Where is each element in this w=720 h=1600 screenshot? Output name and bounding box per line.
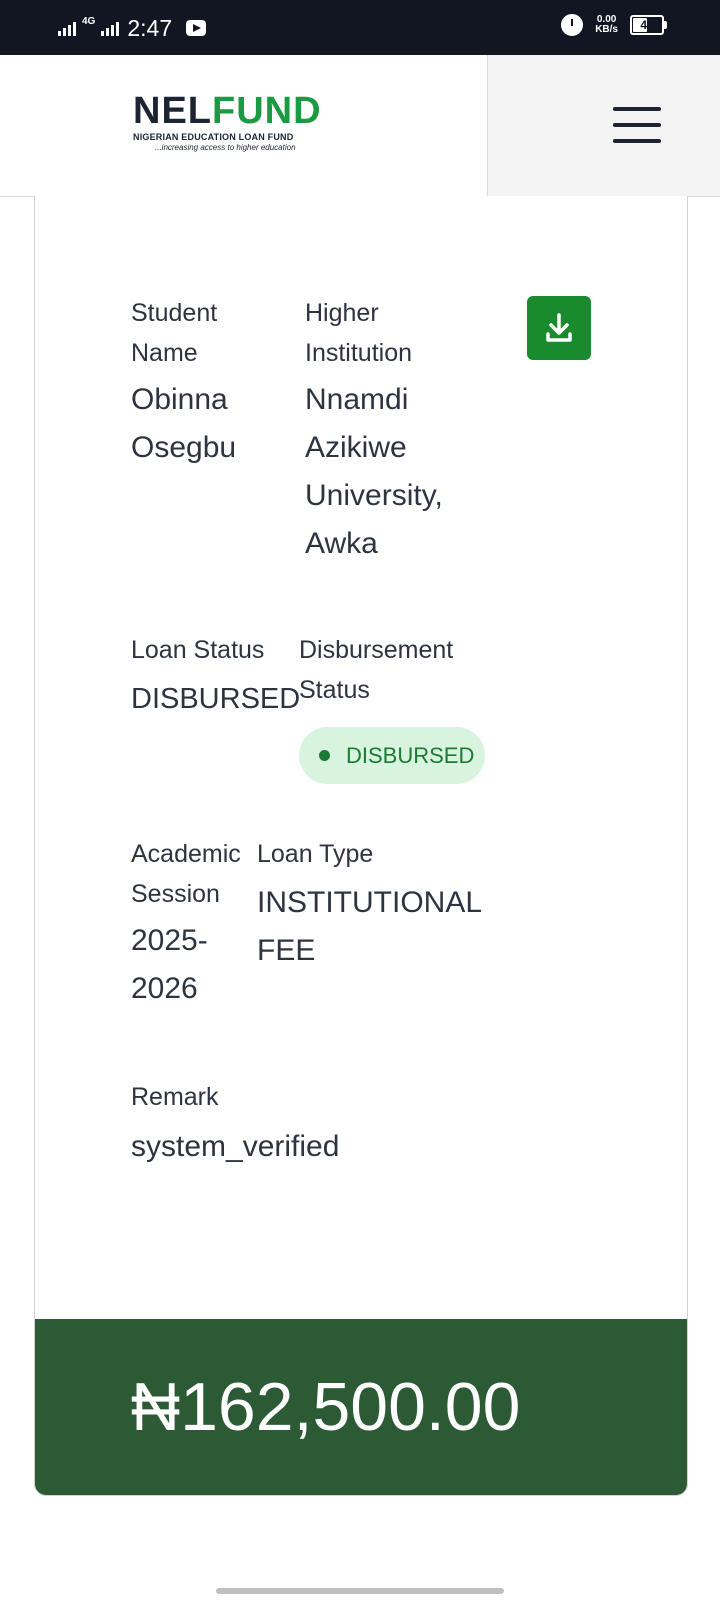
network-speed: 0.00 KB/s — [595, 15, 618, 35]
academic-session-value: 2025-2026 — [131, 924, 208, 1005]
student-name-label: Student Name — [131, 299, 218, 367]
academic-session-label: Academic Session — [131, 840, 241, 908]
remark-value: system_verified — [131, 1130, 340, 1163]
logo-subtitle: NIGERIAN EDUCATION LOAN FUND — [133, 132, 294, 142]
speed-unit: KB/s — [595, 24, 618, 35]
loan-status-label: Loan Status — [131, 636, 265, 664]
battery-icon: 47 — [630, 15, 667, 35]
hamburger-line — [613, 123, 661, 127]
signal-icon — [58, 20, 76, 36]
logo-wordmark: NELFUND — [133, 92, 333, 130]
remark-label: Remark — [131, 1083, 219, 1111]
disbursement-status-label: Disbursement Status — [299, 636, 454, 704]
loan-details-card: Student Name Obinna Osegbu Higher Instit… — [34, 196, 688, 1496]
hamburger-menu-icon — [613, 107, 661, 111]
app-header: NELFUND NIGERIAN EDUCATION LOAN FUND ...… — [0, 55, 720, 197]
institution-value: Nnamdi Azikiwe University, Awka — [305, 383, 443, 560]
status-bar: 4G 2:47 0.00 KB/s 47 — [0, 0, 720, 55]
hamburger-menu-button[interactable] — [487, 55, 720, 196]
download-icon — [546, 313, 572, 342]
battery-level: 47 — [640, 18, 654, 32]
loan-amount-bar: ₦162,500.00 — [35, 1319, 687, 1495]
loan-type-label: Loan Type — [257, 840, 374, 868]
logo-tagline: ...increasing access to higher education — [155, 143, 296, 152]
network-type: 4G — [82, 16, 96, 27]
alarm-icon — [561, 14, 584, 36]
disbursement-status-value: DISBURSED — [346, 742, 475, 768]
status-left: 4G 2:47 — [58, 11, 207, 45]
logo-nel: NEL — [133, 90, 212, 132]
loan-type-value: INSTITUTIONAL FEE — [257, 886, 481, 967]
student-name-value: Obinna Osegbu — [131, 383, 237, 464]
nelfund-logo[interactable]: NELFUND NIGERIAN EDUCATION LOAN FUND ...… — [133, 92, 333, 152]
loan-status-value: DISBURSED — [131, 683, 301, 715]
home-indicator[interactable] — [216, 1588, 504, 1594]
status-right: 0.00 KB/s 47 — [561, 14, 667, 36]
status-dot-icon — [319, 750, 330, 761]
hamburger-line — [613, 139, 661, 143]
logo-fund: FUND — [212, 90, 322, 132]
clock-time: 2:47 — [127, 14, 173, 41]
signal-icon-2 — [101, 20, 120, 36]
institution-label: Higher Institution — [305, 299, 413, 367]
disbursement-status-badge: DISBURSED — [299, 727, 485, 784]
loan-amount: ₦162,500.00 — [131, 1369, 521, 1445]
play-icon — [186, 20, 207, 36]
download-button[interactable] — [527, 296, 591, 360]
